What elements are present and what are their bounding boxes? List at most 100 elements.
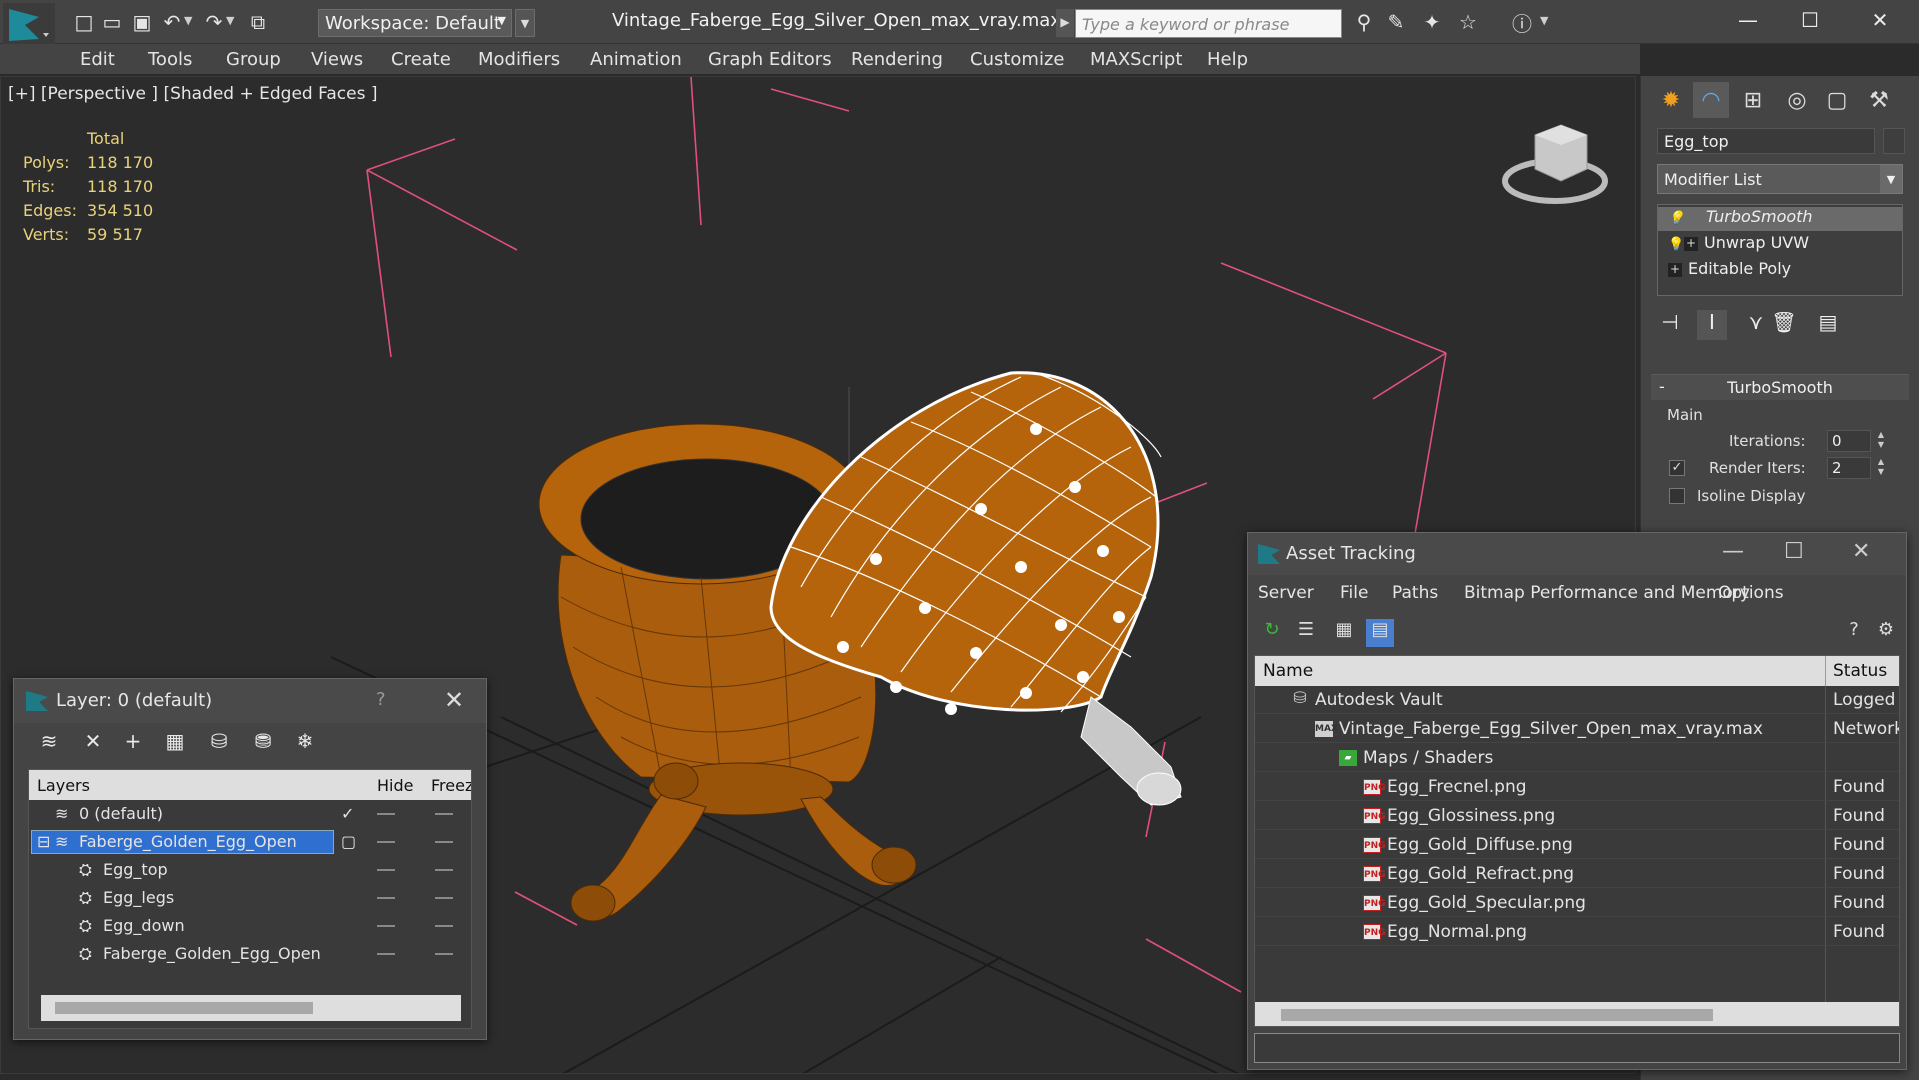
viewport-label[interactable]: [+] [Perspective ] [Shaded + Edged Faces… xyxy=(8,84,377,104)
stack-item-turbosmooth[interactable]: 💡 TurboSmooth xyxy=(1658,207,1902,231)
hide-toggle[interactable] xyxy=(377,953,395,955)
menu-help[interactable]: Help xyxy=(1207,49,1248,70)
communication-icon[interactable]: ✦ xyxy=(1418,8,1446,36)
undo-dropdown-icon[interactable]: ▼ xyxy=(184,14,192,27)
app-logo-button[interactable] xyxy=(3,3,55,47)
hierarchy-tab-icon[interactable]: ⊞ xyxy=(1735,82,1771,118)
hide-toggle[interactable] xyxy=(377,841,395,843)
new-file-icon[interactable]: □ xyxy=(70,8,98,36)
search-input[interactable]: Type a keyword or phrase xyxy=(1075,9,1342,38)
create-tab-icon[interactable]: ✹ xyxy=(1653,82,1689,118)
search-expand-button[interactable]: ▶ xyxy=(1056,9,1074,37)
layer-row[interactable]: ≋ 0 (default) ✓ xyxy=(29,800,471,828)
asset-status-field[interactable] xyxy=(1254,1033,1900,1063)
spinner-arrows-icon[interactable]: ▲ ▼ xyxy=(1875,430,1887,452)
open-file-icon[interactable]: ▭ xyxy=(98,8,126,36)
select-layer-objects-icon[interactable]: ⛁ xyxy=(204,729,234,759)
dialog-title-bar[interactable]: Asset Tracking — ☐ ✕ xyxy=(1248,533,1906,575)
close-icon[interactable]: ✕ xyxy=(1860,8,1900,36)
layers-icon[interactable]: ≋ xyxy=(34,729,64,759)
freeze-toggle[interactable] xyxy=(435,813,453,815)
asset-row[interactable]: PNG Egg_Gold_Specular.png Found xyxy=(1255,889,1899,917)
horizontal-scrollbar[interactable] xyxy=(1255,1002,1899,1026)
asset-row[interactable]: PNG Egg_Normal.png Found xyxy=(1255,918,1899,946)
rollout-header[interactable]: - TurboSmooth xyxy=(1651,374,1909,400)
menu-maxscript[interactable]: MAXScript xyxy=(1090,49,1182,70)
save-file-icon[interactable]: ▣ xyxy=(128,8,156,36)
menu-server[interactable]: Server xyxy=(1258,583,1314,603)
redo-dropdown-icon[interactable]: ▼ xyxy=(226,14,234,27)
render-iters-checkbox[interactable]: ✓ xyxy=(1669,460,1685,476)
modify-tab-icon[interactable]: ◠ xyxy=(1693,82,1729,118)
menu-customize[interactable]: Customize xyxy=(970,49,1064,70)
menu-modifiers[interactable]: Modifiers xyxy=(478,49,560,70)
display-tab-icon[interactable]: ▢ xyxy=(1819,82,1855,118)
workspace-dropdown[interactable]: Workspace: Default ▼ xyxy=(318,9,512,37)
stack-item-unwrap-uvw[interactable]: 💡 + Unwrap UVW xyxy=(1658,233,1902,257)
vault-help-icon[interactable]: ? xyxy=(1840,619,1868,647)
hide-toggle[interactable] xyxy=(377,813,395,815)
menu-tools[interactable]: Tools xyxy=(148,49,192,70)
help-dropdown-icon[interactable]: ▼ xyxy=(1540,14,1548,27)
maximize-icon[interactable]: ☐ xyxy=(1784,539,1804,564)
help-icon[interactable]: ⓘ xyxy=(1508,8,1536,36)
menu-options[interactable]: Options xyxy=(1718,583,1784,603)
pin-stack-icon[interactable]: ⊣ xyxy=(1655,310,1685,340)
freeze-toggle[interactable] xyxy=(435,925,453,927)
freeze-toggle[interactable] xyxy=(435,953,453,955)
collapse-minus-icon[interactable]: - xyxy=(1659,377,1665,396)
freeze-toggle[interactable] xyxy=(435,869,453,871)
refresh-icon[interactable]: ↻ xyxy=(1258,619,1286,647)
help-button[interactable]: ? xyxy=(376,689,386,710)
workspace-more-button[interactable]: ▼ xyxy=(515,9,535,37)
delete-layer-icon[interactable]: ✕ xyxy=(78,729,108,759)
menu-rendering[interactable]: Rendering xyxy=(851,49,943,70)
asset-row[interactable]: PNG Egg_Glossiness.png Found xyxy=(1255,802,1899,830)
hide-toggle[interactable] xyxy=(377,925,395,927)
column-divider[interactable] xyxy=(1825,656,1826,686)
object-color-swatch[interactable] xyxy=(1883,128,1905,154)
create-layer-icon[interactable]: + xyxy=(118,729,148,759)
freeze-toggle[interactable] xyxy=(435,897,453,899)
scrollbar-thumb[interactable] xyxy=(1281,1009,1713,1021)
object-row[interactable]: ⛭ Faberge_Golden_Egg_Open xyxy=(29,940,471,968)
object-row[interactable]: ⛭ Egg_down xyxy=(29,912,471,940)
menu-file[interactable]: File xyxy=(1340,583,1368,603)
maximize-icon[interactable]: ☐ xyxy=(1790,8,1830,36)
isoline-display-checkbox[interactable] xyxy=(1669,488,1685,504)
minimize-icon[interactable]: — xyxy=(1728,8,1768,36)
list-view-icon[interactable]: ☰ xyxy=(1292,619,1320,647)
iterations-spinner[interactable]: 0 xyxy=(1827,430,1871,452)
asset-row[interactable]: ▰ Maps / Shaders xyxy=(1255,744,1899,772)
menu-edit[interactable]: Edit xyxy=(80,49,115,70)
col-layers[interactable]: Layers xyxy=(37,776,90,795)
render-iters-spinner[interactable]: 2 xyxy=(1827,457,1871,479)
vault-settings-icon[interactable]: ⚙ xyxy=(1872,619,1900,647)
dialog-title-bar[interactable]: Layer: 0 (default) ? ✕ xyxy=(14,679,486,723)
set-current-layer-box-icon[interactable]: ▢ xyxy=(341,832,356,851)
menu-graph-editors[interactable]: Graph Editors xyxy=(708,49,832,70)
object-name-field[interactable]: Egg_top xyxy=(1657,128,1875,154)
menu-create[interactable]: Create xyxy=(391,49,451,70)
highlight-selected-icon[interactable]: ⛃ xyxy=(248,729,278,759)
menu-views[interactable]: Views xyxy=(311,49,363,70)
modifier-list-dropdown[interactable]: Modifier List ▼ xyxy=(1657,164,1903,194)
scrollbar-thumb[interactable] xyxy=(55,1002,313,1014)
close-icon[interactable]: ✕ xyxy=(444,686,464,714)
motion-tab-icon[interactable]: ◎ xyxy=(1779,82,1815,118)
stack-item-editable-poly[interactable]: + Editable Poly xyxy=(1658,259,1902,283)
minimize-icon[interactable]: — xyxy=(1722,539,1744,564)
menu-bitmap-performance[interactable]: Bitmap Performance and Memory xyxy=(1464,583,1750,603)
asset-row[interactable]: PNG Egg_Frecnel.png Found xyxy=(1255,773,1899,801)
col-name[interactable]: Name xyxy=(1263,661,1313,681)
lightbulb-icon[interactable]: 💡 xyxy=(1668,237,1684,252)
close-icon[interactable]: ✕ xyxy=(1852,539,1870,564)
current-layer-check-icon[interactable]: ✓ xyxy=(341,804,354,823)
freeze-toggle[interactable] xyxy=(435,841,453,843)
binoculars-icon[interactable]: ⚲ xyxy=(1350,8,1378,36)
menu-paths[interactable]: Paths xyxy=(1392,583,1438,603)
col-freeze[interactable]: Freez xyxy=(431,776,471,795)
wrench-icon[interactable]: ✎ xyxy=(1382,8,1410,36)
add-to-layer-icon[interactable]: ▦ xyxy=(160,729,190,759)
spinner-arrows-icon[interactable]: ▲ ▼ xyxy=(1875,457,1887,479)
